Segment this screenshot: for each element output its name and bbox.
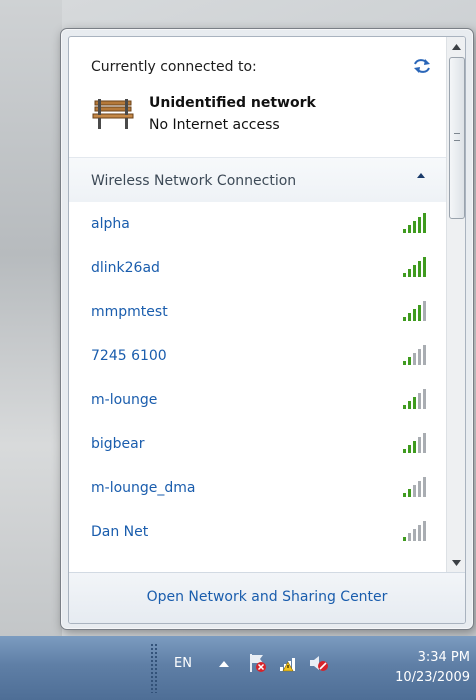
current-network-name: Unidentified network bbox=[149, 95, 316, 111]
network-flyout: Currently connected to: Unidentified net… bbox=[60, 28, 474, 630]
chevron-up-icon[interactable] bbox=[415, 170, 429, 184]
signal-strength-icon bbox=[401, 344, 431, 366]
taskbar-grip[interactable] bbox=[150, 643, 158, 693]
current-network-status: No Internet access bbox=[149, 117, 280, 133]
signal-strength-icon bbox=[401, 520, 431, 542]
show-hidden-icons-button[interactable] bbox=[218, 658, 230, 670]
network-ssid: alpha bbox=[91, 216, 130, 232]
signal-strength-icon bbox=[401, 388, 431, 410]
network-ssid: dlink26ad bbox=[91, 260, 160, 276]
network-ssid: Dan Net bbox=[91, 524, 149, 540]
section-header[interactable]: Wireless Network Connection bbox=[69, 158, 446, 202]
network-item[interactable]: dlink26ad bbox=[69, 246, 446, 290]
signal-strength-icon bbox=[401, 476, 431, 498]
scroll-down-button[interactable] bbox=[448, 554, 465, 571]
desktop-background bbox=[0, 0, 62, 636]
network-ssid: m-lounge bbox=[91, 392, 158, 408]
signal-strength-icon bbox=[401, 432, 431, 454]
network-ssid: m-lounge_dma bbox=[91, 480, 196, 496]
connected-label: Currently connected to: bbox=[91, 59, 257, 75]
volume-muted-icon[interactable] bbox=[307, 652, 329, 674]
grip-icon bbox=[454, 133, 460, 141]
network-item[interactable]: alpha bbox=[69, 202, 446, 246]
signal-strength-icon bbox=[401, 300, 431, 322]
scroll-up-button[interactable] bbox=[448, 38, 465, 55]
action-center-flag-icon[interactable] bbox=[246, 652, 268, 674]
scrollbar-thumb[interactable] bbox=[449, 57, 465, 219]
network-item[interactable]: bigbear bbox=[69, 422, 446, 466]
network-ssid: bigbear bbox=[91, 436, 145, 452]
network-item[interactable]: m-lounge bbox=[69, 378, 446, 422]
network-item[interactable]: Dan Net bbox=[69, 510, 446, 554]
section-title: Wireless Network Connection bbox=[91, 173, 297, 189]
network-list-area: Currently connected to: Unidentified net… bbox=[69, 37, 446, 572]
network-ssid: mmpmtest bbox=[91, 304, 168, 320]
flyout-inner: Currently connected to: Unidentified net… bbox=[68, 36, 466, 624]
clock-time[interactable]: 3:34 PM bbox=[344, 650, 470, 665]
network-item[interactable]: m-lounge_dma bbox=[69, 466, 446, 510]
network-item[interactable]: 7245 6100 bbox=[69, 334, 446, 378]
flyout-footer: Open Network and Sharing Center bbox=[69, 572, 465, 623]
park-bench-icon bbox=[91, 97, 135, 131]
network-signal-warning-icon[interactable] bbox=[277, 652, 299, 674]
open-network-sharing-center-link[interactable]: Open Network and Sharing Center bbox=[69, 589, 465, 605]
signal-strength-icon bbox=[401, 256, 431, 278]
clock-date[interactable]: 10/23/2009 bbox=[344, 670, 470, 685]
network-item[interactable]: mmpmtest bbox=[69, 290, 446, 334]
language-indicator[interactable]: EN bbox=[174, 656, 192, 671]
signal-strength-icon bbox=[401, 212, 431, 234]
taskbar: EN 3:34 PM 10/23/2009 bbox=[0, 636, 476, 700]
refresh-icon[interactable] bbox=[411, 57, 433, 75]
network-ssid: 7245 6100 bbox=[91, 348, 167, 364]
scrollbar[interactable] bbox=[446, 37, 465, 572]
